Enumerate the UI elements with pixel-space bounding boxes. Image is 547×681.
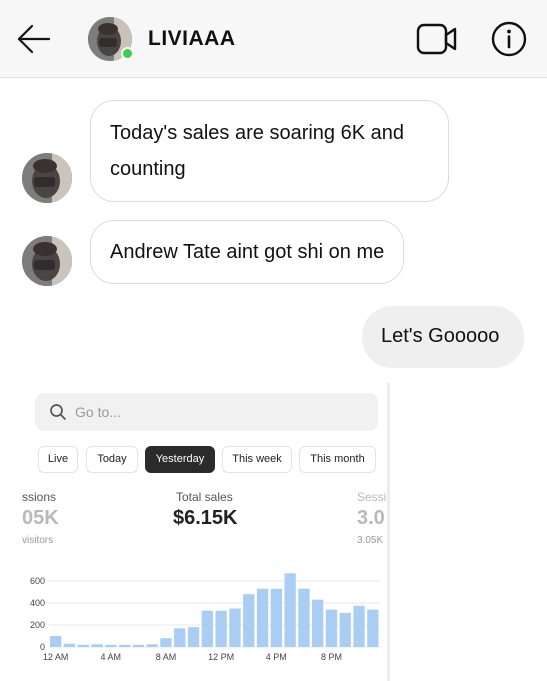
message-bubble-incoming[interactable]: Today's sales are soaring 6K and countin… [90, 100, 449, 202]
shared-dashboard-image[interactable]: Go to... Live Today Yesterday This week … [0, 383, 390, 681]
chart-bar [63, 643, 76, 647]
x-tick-label: 8 AM [156, 652, 177, 662]
total-sales-value: $6.15K [173, 507, 238, 529]
search-bar: Go to... [35, 393, 378, 431]
x-tick-label: 8 PM [321, 652, 342, 662]
chart-bar [284, 573, 296, 647]
chart-bar [229, 608, 241, 647]
chart-bar [132, 644, 145, 647]
info-button[interactable] [490, 20, 528, 58]
chart-bar [298, 588, 310, 647]
search-placeholder: Go to... [75, 404, 121, 420]
chart-bar [256, 588, 269, 647]
contact-username[interactable]: LIVIAAA [148, 27, 236, 51]
contact-avatar[interactable] [88, 17, 134, 61]
message-bubble-outgoing[interactable]: Let's Gooooo [362, 306, 524, 368]
arrow-left-icon [17, 24, 51, 54]
sender-avatar[interactable] [22, 153, 72, 203]
search-icon [50, 404, 66, 420]
range-chip-this-month: This month [299, 446, 376, 473]
range-chip-yesterday: Yesterday [145, 446, 215, 473]
chart-bar [339, 612, 351, 647]
chart-bar [187, 627, 200, 647]
chart-bar [325, 609, 338, 647]
sessions-right-subtext: 3.05K [357, 535, 384, 546]
chart-bar [215, 610, 227, 647]
video-call-button[interactable] [416, 20, 458, 58]
image-edge [387, 383, 390, 681]
total-sales-label: Total sales [176, 490, 233, 504]
x-tick-label: 4 AM [101, 652, 122, 662]
chart-bar [105, 644, 117, 647]
x-tick-label: 12 AM [43, 652, 69, 662]
y-tick-label: 400 [30, 598, 45, 608]
chart-bar [243, 594, 255, 647]
chart-bar [270, 588, 282, 647]
online-status-indicator [121, 47, 134, 60]
y-tick-label: 600 [30, 576, 45, 586]
info-icon [491, 21, 527, 57]
chart-bar [160, 638, 172, 647]
chart-bar [50, 636, 62, 647]
y-tick-label: 200 [30, 620, 45, 630]
chart-bar [312, 599, 324, 647]
sender-avatar[interactable] [22, 236, 72, 286]
x-tick-label: 4 PM [266, 652, 287, 662]
chart-bar [119, 644, 131, 647]
chart-bar [174, 628, 186, 647]
range-chip-today: Today [86, 446, 138, 473]
video-camera-icon [416, 23, 457, 55]
chart-bar [91, 644, 103, 648]
chart-bar [146, 644, 158, 648]
sessions-right-value: 3.0 [357, 507, 385, 529]
message-bubble-incoming[interactable]: Andrew Tate aint got shi on me [90, 220, 405, 284]
chart-bar [353, 605, 365, 648]
range-chip-this-week: This week [222, 446, 292, 473]
x-tick-label: 12 PM [208, 652, 234, 662]
back-button[interactable] [14, 22, 54, 56]
y-tick-label: 0 [40, 642, 45, 652]
chart-bar [77, 644, 89, 647]
sessions-subtext: visitors [22, 535, 54, 546]
chart-bar [201, 610, 213, 647]
range-chip-live: Live [38, 446, 78, 473]
sessions-value: 05K [22, 507, 59, 529]
chart-bar [367, 609, 379, 647]
chat-header: LIVIAAA [0, 0, 547, 78]
sessions-right-label: Sessio [357, 490, 390, 504]
sessions-label: ssions [22, 490, 57, 504]
